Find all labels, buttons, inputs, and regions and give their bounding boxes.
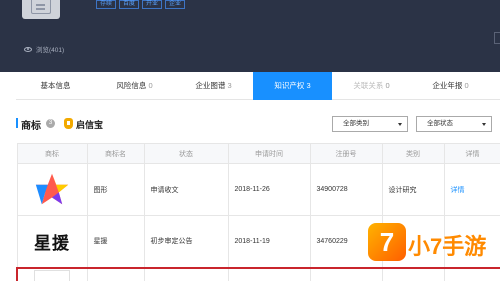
qixinbao-icon (64, 118, 73, 129)
company-tag: 企业 (165, 0, 186, 9)
eye-icon (24, 46, 32, 52)
table-row[interactable]: 图形 申请收文 2018-11-26 34900728 设计研究 详情 (16, 163, 500, 216)
search-box-edge[interactable] (494, 32, 500, 44)
company-tabs: 基本信息 风险信息 0 企业图谱 3 知识产权 3 关联关系 0 企业年报 0 (16, 72, 500, 100)
trademark-status: 初步审定公告 (143, 215, 229, 268)
company-tag: 百度 (119, 0, 140, 9)
application-date: 2018-11-19 (227, 215, 311, 268)
section-accent-bar (16, 118, 18, 128)
tab-intellectual-property[interactable]: 知识产权 3 (253, 72, 332, 100)
tab-company-graph[interactable]: 企业图谱 3 (174, 72, 253, 100)
trademark-status (143, 266, 229, 281)
registration-number: 34900728 (309, 163, 383, 216)
application-date: 2018-11-26 (227, 163, 311, 216)
company-tag: 开业 (142, 0, 163, 9)
category-filter-select[interactable]: 全部类别 (332, 116, 408, 132)
watermark-logo-char: 7 (379, 227, 395, 257)
detail-link (443, 266, 500, 281)
tab-basic-info[interactable]: 基本信息 (16, 72, 95, 100)
trademark-wordmark: 星援 (34, 233, 70, 254)
column-header: 申请时间 (227, 143, 311, 164)
view-count-label: 浏览(401) (36, 47, 65, 54)
column-header: 类别 (381, 143, 445, 164)
company-tags: 存续 百度 开业 企业 (96, 0, 186, 9)
star-trademark-icon (35, 173, 69, 204)
site-watermark: 7 小7手游 (368, 223, 500, 265)
provider-label: 启信宝 (76, 120, 104, 130)
registration-number (309, 266, 383, 281)
chevron-down-icon (398, 123, 402, 126)
tab-risk-info[interactable]: 风险信息 0 (95, 72, 174, 100)
section-title: 商标 (21, 121, 41, 132)
company-header: 存续 百度 开业 企业 浏览(401) (0, 0, 500, 72)
column-header: 状态 (143, 143, 229, 164)
trademark-status: 申请收文 (143, 163, 229, 216)
trademark-image-cell: 星援 (16, 215, 88, 268)
section-count-badge: 3 (46, 119, 55, 128)
company-logo-icon (31, 0, 51, 14)
column-header: 详情 (443, 143, 500, 164)
column-header: 注册号 (309, 143, 383, 164)
chevron-down-icon (482, 123, 486, 126)
column-header: 商标名 (86, 143, 145, 164)
company-tag: 存续 (96, 0, 117, 9)
tab-relations[interactable]: 关联关系 0 (332, 72, 411, 100)
view-count: 浏览(401) (24, 44, 64, 54)
trademark-image-cell (16, 266, 88, 281)
trademark-image-cell (16, 163, 88, 216)
tab-annual-report[interactable]: 企业年报 0 (411, 72, 490, 100)
trademark-name: 星援 (86, 215, 145, 268)
table-header-row: 商标 商标名 状态 申请时间 注册号 类别 详情 (16, 143, 500, 164)
trademark-category: 设计研究 (381, 163, 445, 216)
watermark-text: 小7手游 (408, 234, 487, 259)
trademark-category (381, 266, 445, 281)
trademark-thumbnail (34, 270, 71, 281)
trademark-name (86, 266, 145, 281)
table-row-highlighted[interactable] (16, 266, 500, 281)
trademark-name: 图形 (86, 163, 145, 216)
status-filter-select[interactable]: 全部状态 (416, 116, 492, 132)
column-header: 商标 (16, 143, 88, 164)
detail-link[interactable]: 详情 (443, 163, 500, 216)
application-date (227, 266, 311, 281)
